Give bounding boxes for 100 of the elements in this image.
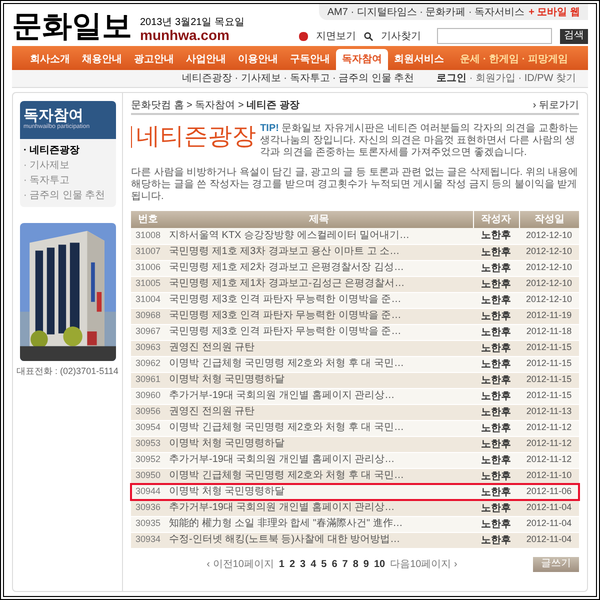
table-cell: 이명박 처형 국민명령하달	[165, 436, 473, 452]
page-link[interactable]: 1	[278, 556, 284, 572]
page-link[interactable]: 4	[310, 556, 316, 572]
domain-text: munhwa.com	[140, 28, 230, 42]
table-cell: 노한후	[473, 276, 519, 292]
article-search-link[interactable]: 기사찾기	[381, 28, 421, 44]
table-cell: 2012-12-10	[519, 292, 579, 308]
table-cell: 2012-11-06	[519, 484, 579, 500]
table-row[interactable]: 30967 국민명령 제3호 인격 파탄자 무능력한 이명박을 준… 노한후 2012-11-18	[131, 324, 579, 340]
table-cell: 2012-11-15	[519, 356, 579, 372]
table-cell: 30960	[131, 388, 165, 404]
table-cell: 30956	[131, 404, 165, 420]
breadcrumb: 문화닷컴 홈 > 독자참여 > 네티즌 광장	[131, 98, 300, 112]
account-links[interactable]: 로그인 · 회원가입 · ID/PW 찾기	[436, 72, 576, 84]
table-cell: 2012-11-18	[519, 324, 579, 340]
search-button[interactable]: 검색	[560, 28, 588, 44]
table-row[interactable]: 30944 이명박 처형 국민명령하달 노한후 2012-11-06	[131, 484, 579, 500]
mobile-web-link[interactable]: + 모바일 웹	[528, 4, 580, 20]
table-row[interactable]: 30963 권영진 전의원 규탄 노한후 2012-11-15	[131, 340, 579, 356]
table-cell: 수정-인터넷 해킹(노트북 등)사찰에 대한 방어방법…	[165, 532, 473, 548]
prev-pages-link[interactable]: ‹ 이전10페이지	[206, 556, 274, 572]
table-row[interactable]: 30954 이명박 긴급체형 국민명령 제2호와 처형 후 대 국민… 노한후 2012-11-12	[131, 420, 579, 436]
page-link[interactable]: 2	[289, 556, 296, 572]
table-cell: 노한후	[473, 356, 519, 372]
table-cell: 국민명령 제1호 제2차 경과보고 은평경찰서장 김성…	[165, 260, 473, 276]
page-link[interactable]: 6	[332, 556, 338, 572]
table-cell: 30954	[131, 420, 165, 436]
page-link[interactable]: 10	[374, 556, 386, 572]
table-cell: 노한후	[473, 292, 519, 308]
table-cell: 2012-11-04	[519, 500, 579, 516]
table-cell: 2012-11-15	[519, 340, 579, 356]
table-row[interactable]: 30968 국민명령 제3호 인격 파탄자 무능력한 이명박을 준… 노한후 2012-11-19	[131, 308, 579, 324]
table-cell: 30935	[131, 516, 165, 532]
column-header: 제목	[165, 211, 473, 228]
table-row[interactable]: 31007 국민명령 제1호 제3차 경과보고 용산 이마트 고 소… 노한후 2012-12-10	[131, 244, 579, 260]
table-row[interactable]: 31006 국민명령 제1호 제2차 경과보고 은평경찰서장 김성… 노한후 2012-12-10	[131, 260, 579, 276]
paper-view-link[interactable]: 지면보기	[316, 28, 356, 44]
table-row[interactable]: 31005 국민명령 제1호 제1차 경과보고-김성근 은평경찰서… 노한후 2012-12-10	[131, 276, 579, 292]
table-cell: 2012-11-04	[519, 532, 579, 548]
table-cell: 추가거부-19대 국회의원 개인별 홈페이지 관리상…	[165, 500, 473, 516]
logo[interactable]: 문화일보	[12, 12, 132, 42]
table-cell: 노한후	[473, 244, 519, 260]
table-cell: 이명박 긴급체형 국민명령 제2호와 처형 후 대 국민…	[165, 356, 473, 372]
table-cell: 이명박 처형 국민명령하달	[165, 484, 473, 500]
table-row[interactable]: 30961 이명박 처형 국민명령하달 노한후 2012-11-15	[131, 372, 579, 388]
table-cell: 2012-11-10	[519, 468, 579, 484]
table-row[interactable]: 31004 국민명령 제3호 인격 파탄자 무능력한 이명박을 준… 노한후 2012-12-10	[131, 292, 579, 308]
page-link[interactable]: 5	[321, 556, 327, 572]
table-cell: 국민명령 제3호 인격 파탄자 무능력한 이명박을 준…	[165, 292, 473, 308]
table-cell: 노한후	[473, 452, 519, 468]
page-link[interactable]: 3	[300, 556, 306, 572]
nav-tab[interactable]: 독자참여	[336, 49, 388, 70]
table-cell: 이명박 긴급체형 국민명령 제2호와 처형 후 대 국민…	[165, 468, 473, 484]
table-cell: 노한후	[473, 372, 519, 388]
search-icon	[364, 32, 373, 40]
page-heading: 네티즌광장	[136, 123, 256, 151]
page-link[interactable]: 7	[342, 556, 348, 572]
table-row[interactable]: 30934 수정-인터넷 해킹(노트북 등)사찰에 대한 방어방법… 노한후 2012-11-04	[131, 532, 579, 548]
next-pages-link[interactable]: 다음10페이지 ›	[390, 556, 458, 572]
table-cell: 노한후	[473, 228, 519, 244]
table-row[interactable]: 30935 知能的 權力형 소일 非理와 합세 "春滿際사건" 進作… 노한후 2012-11-04	[131, 516, 579, 532]
table-cell: 노한후	[473, 420, 519, 436]
page-link[interactable]: 9	[363, 556, 369, 572]
search-field[interactable]	[437, 28, 552, 44]
table-row[interactable]: 30962 이명박 긴급체형 국민명령 제2호와 처형 후 대 국민… 노한후 2012-11-15	[131, 356, 579, 372]
page-link[interactable]: 8	[352, 556, 358, 572]
table-cell: 30962	[131, 356, 165, 372]
table-row[interactable]: 30936 추가거부-19대 국회의원 개인별 홈페이지 관리상… 노한후 2012-11-04	[131, 500, 579, 516]
table-cell: 2012-12-10	[519, 276, 579, 292]
table-cell: 권영진 전의원 규탄	[165, 404, 473, 420]
sidebar-title: 독자참여	[24, 108, 84, 123]
table-cell: 2012-11-12	[519, 436, 579, 452]
table-cell: 30936	[131, 500, 165, 516]
table-row[interactable]: 30953 이명박 처형 국민명령하달 노한후 2012-11-12	[131, 436, 579, 452]
table-row[interactable]: 31008 지하서울역 KTX 승강장방향 에스컬레이터 밀어내기… 노한후 2012-12-10	[131, 228, 579, 244]
table-cell: 추가거부-19대 국회의원 개인별 홈페이지 관리상…	[165, 388, 473, 404]
table-cell: 2012-11-13	[519, 404, 579, 420]
table-cell: 국민명령 제3호 인격 파탄자 무능력한 이명박을 준…	[165, 308, 473, 324]
table-cell: 노한후	[473, 516, 519, 532]
table-cell: 30961	[131, 372, 165, 388]
table-cell: 30950	[131, 468, 165, 484]
table-cell: 2012-12-10	[519, 228, 579, 244]
table-cell: 국민명령 제1호 제3차 경과보고 용산 이마트 고 소…	[165, 244, 473, 260]
table-row[interactable]: 30960 추가거부-19대 국회의원 개인별 홈페이지 관리상… 노한후 2012-11-15	[131, 388, 579, 404]
back-link[interactable]: › 뒤로가기	[532, 98, 579, 112]
table-cell: 2012-11-12	[519, 420, 579, 436]
table-cell: 30953	[131, 436, 165, 452]
table-cell: 2012-11-12	[519, 452, 579, 468]
table-cell: 30952	[131, 452, 165, 468]
table-cell: 노한후	[473, 436, 519, 452]
sidebar-item[interactable]: · 네티즌광장	[20, 143, 116, 158]
table-row[interactable]: 30952 추가거부-19대 국회의원 개인별 홈페이지 관리상… 노한후 2012-11-12	[131, 452, 579, 468]
sub-nav-links[interactable]: 네티즌광장 · 기사제보 · 독자투고 · 금주의 인물 추천	[182, 72, 414, 84]
table-cell: 노한후	[473, 532, 519, 548]
table-cell: 30967	[131, 324, 165, 340]
table-cell: 노한후	[473, 260, 519, 276]
top-links[interactable]: AM7 · 디지털타임스 · 문화카페 · 독자서비스	[327, 4, 525, 20]
table-cell: 이명박 처형 국민명령하달	[165, 372, 473, 388]
table-cell: 권영진 전의원 규탄	[165, 340, 473, 356]
table-row[interactable]: 30956 권영진 전의원 규탄 노한후 2012-11-13	[131, 404, 579, 420]
